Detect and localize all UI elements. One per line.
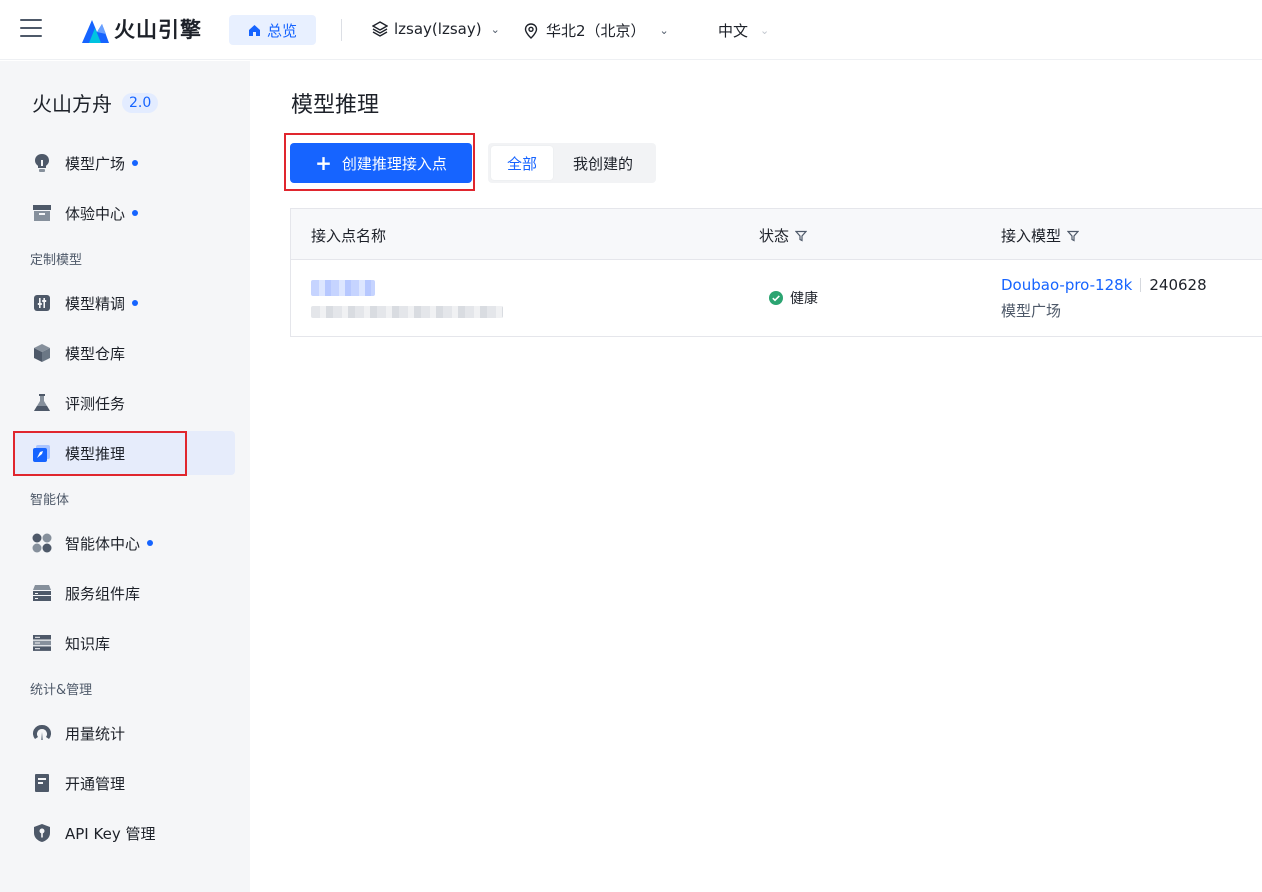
sidebar-item-service-components[interactable]: 服务组件库 <box>14 571 235 615</box>
gauge-icon <box>32 723 52 743</box>
sidebar-item-api-key[interactable]: API Key 管理 <box>14 811 235 855</box>
brand-name: 火山方舟 <box>32 92 112 116</box>
sidebar-item-model-square[interactable]: 模型广场 <box>14 141 235 185</box>
region-label: 华北2（北京） <box>546 22 646 40</box>
sidebar-item-experience-center[interactable]: 体验中心 <box>14 191 235 235</box>
column-label: 接入点名称 <box>311 227 387 245</box>
sidebar-item-activation[interactable]: 开通管理 <box>14 761 235 805</box>
volcengine-logo[interactable]: 火山引擎 <box>80 14 202 44</box>
create-endpoint-button[interactable]: + 创建推理接入点 <box>290 143 472 183</box>
version-badge: 2.0 <box>122 92 159 113</box>
column-label: 接入模型 <box>1001 227 1062 245</box>
box-icon <box>32 203 52 223</box>
bulb-icon <box>32 153 52 173</box>
create-endpoint-label: 创建推理接入点 <box>341 154 447 173</box>
section-label-custom-model: 定制模型 <box>30 253 83 268</box>
logo-text: 火山引擎 <box>114 18 202 42</box>
new-dot <box>132 210 139 216</box>
plus-icon: + <box>315 151 332 175</box>
overview-button[interactable]: 总览 <box>229 15 316 45</box>
chevron-down-icon: ⌄ <box>659 24 669 37</box>
sidebar-item-label: 服务组件库 <box>65 584 141 603</box>
sidebar-item-label: 智能体中心 <box>65 534 141 553</box>
column-header-name: 接入点名称 <box>311 225 386 246</box>
model-cell: Doubao-pro-128k 240628 模型广场 <box>1001 276 1207 321</box>
sidebar-item-evaluation[interactable]: 评测任务 <box>14 381 235 425</box>
sidebar-item-label: 开通管理 <box>65 774 126 793</box>
table-row: 健康 Doubao-pro-128k 240628 模型广场 <box>291 260 1262 336</box>
top-bar: 火山引擎 总览 lzsay(lzsay) ⌄ 华北2（北京） ⌄ 中文 ⌄ <box>0 0 1262 60</box>
overview-label: 总览 <box>266 21 297 40</box>
model-link[interactable]: Doubao-pro-128k <box>1001 276 1132 294</box>
check-circle-icon <box>769 291 783 305</box>
region-switcher[interactable]: 华北2（北京） ⌄ <box>524 20 669 41</box>
sidebar-item-label: API Key 管理 <box>65 824 156 843</box>
menu-icon[interactable] <box>20 19 42 39</box>
doc-icon <box>32 773 52 793</box>
chevron-down-icon: ⌄ <box>490 22 500 36</box>
chevron-down-icon: ⌄ <box>760 24 770 37</box>
account-label: lzsay(lzsay) <box>394 20 482 38</box>
table-header: 接入点名称 状态 接入模型 <box>291 209 1262 260</box>
new-dot <box>132 300 139 306</box>
endpoint-name-redacted[interactable] <box>311 280 375 296</box>
language-label: 中文 <box>718 22 749 40</box>
page-title: 模型推理 <box>291 93 380 118</box>
separator <box>1140 278 1142 292</box>
endpoint-id-redacted <box>311 306 503 318</box>
section-label-stats-admin: 统计&管理 <box>30 683 93 698</box>
section-label-agent: 智能体 <box>30 493 70 508</box>
flask-icon <box>32 393 52 413</box>
stack-icon <box>32 583 52 603</box>
tab-created-by-me[interactable]: 我创建的 <box>553 146 653 180</box>
tab-all[interactable]: 全部 <box>491 146 553 180</box>
highlight-box <box>13 431 187 476</box>
product-brand: 火山方舟 2.0 <box>32 88 159 117</box>
sidebar-item-fine-tune[interactable]: 模型精调 <box>14 281 235 325</box>
language-switcher[interactable]: 中文 ⌄ <box>718 20 769 41</box>
column-header-status: 状态 <box>759 225 808 246</box>
topbar-divider <box>341 19 342 41</box>
new-dot <box>132 160 139 166</box>
sidebar-item-label: 模型精调 <box>65 294 126 313</box>
sidebar-item-model-repo[interactable]: 模型仓库 <box>14 331 235 375</box>
endpoints-table: 接入点名称 状态 接入模型 健康 Doubao-pro-128k 240628 模… <box>290 208 1262 337</box>
model-version: 240628 <box>1149 276 1207 294</box>
location-pin-icon <box>524 22 538 39</box>
home-icon <box>248 24 260 36</box>
tune-icon <box>32 293 52 313</box>
filter-tabs: 全部 我创建的 <box>488 143 656 183</box>
sidebar-item-agent-center[interactable]: 智能体中心 <box>14 521 235 565</box>
status-text: 健康 <box>790 291 818 307</box>
column-label: 状态 <box>759 227 790 245</box>
account-switcher[interactable]: lzsay(lzsay) ⌄ <box>372 20 500 38</box>
server-icon <box>32 633 52 653</box>
status-badge: 健康 <box>769 288 818 308</box>
sidebar-item-knowledge-base[interactable]: 知识库 <box>14 621 235 665</box>
filter-icon[interactable] <box>1067 230 1080 242</box>
layers-icon <box>372 21 388 37</box>
filter-icon[interactable] <box>795 230 808 242</box>
sidebar-item-usage-stats[interactable]: 用量统计 <box>14 711 235 755</box>
sidebar-item-label: 评测任务 <box>65 394 126 413</box>
sidebar-item-label: 知识库 <box>65 634 111 653</box>
new-dot <box>147 540 154 546</box>
grid-icon <box>32 533 52 553</box>
model-source: 模型广场 <box>1001 302 1062 320</box>
volcano-logo-icon <box>82 20 109 43</box>
sidebar-item-label: 体验中心 <box>65 204 126 223</box>
column-header-model: 接入模型 <box>1001 225 1080 246</box>
cube-icon <box>32 343 52 363</box>
sidebar-item-label: 模型广场 <box>65 154 126 173</box>
sidebar-item-label: 用量统计 <box>65 724 126 743</box>
shield-key-icon <box>32 823 52 843</box>
sidebar-item-label: 模型仓库 <box>65 344 126 363</box>
